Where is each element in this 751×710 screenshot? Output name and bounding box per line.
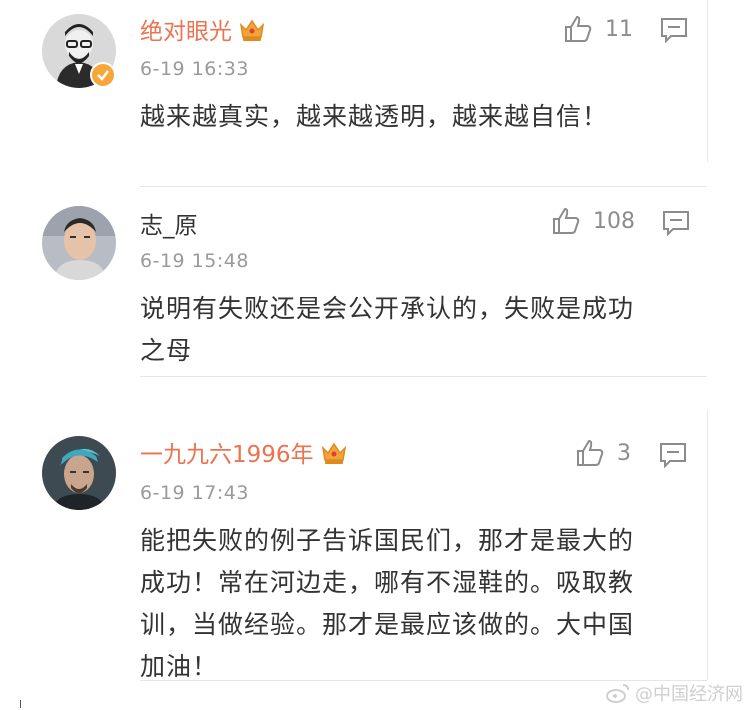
divider bbox=[707, 410, 708, 680]
comment-time: 6-19 17:43 bbox=[140, 482, 249, 504]
divider bbox=[140, 186, 707, 187]
comment-text-line: 能把失败的例子告诉国民们，那才是最大的 bbox=[140, 526, 635, 555]
username-text[interactable]: 一九九六1996年 bbox=[140, 442, 314, 468]
comment-text-line: 越来越真实，越来越透明，越来越自信！ bbox=[140, 102, 609, 131]
username[interactable]: 志_原 bbox=[140, 211, 198, 241]
username[interactable]: 一九九六1996年 bbox=[140, 440, 348, 474]
comment-text: 越来越真实，越来越透明，越来越自信！ bbox=[140, 96, 608, 138]
divider bbox=[707, 0, 708, 162]
like-button[interactable]: 11 bbox=[563, 14, 633, 44]
verified-badge-icon bbox=[90, 62, 116, 88]
like-button[interactable]: 108 bbox=[551, 206, 635, 236]
thumbs-up-icon bbox=[577, 439, 604, 466]
comment-item: 志_原 6-19 15:48 108 说明有失败还是会公开承认的，失败是成功 之… bbox=[0, 190, 751, 380]
divider bbox=[140, 376, 707, 377]
watermark-text: @中国经济网 bbox=[635, 684, 743, 705]
comment-text-line: 说明有失败还是会公开承认的，失败是成功 bbox=[140, 294, 635, 323]
comment-time: 6-19 16:33 bbox=[140, 58, 249, 80]
reply-button[interactable] bbox=[659, 442, 687, 472]
comment-icon bbox=[663, 211, 689, 237]
avatar[interactable] bbox=[42, 206, 116, 280]
thumbs-up-icon bbox=[565, 15, 592, 42]
username-text[interactable]: 绝对眼光 bbox=[140, 19, 232, 45]
comment-text-line: 加油！ bbox=[140, 652, 219, 681]
weibo-logo-icon bbox=[606, 684, 629, 703]
comment-item: 绝对眼光 6-19 16:33 11 越来越真实，越来越透明，越来越自信！ bbox=[0, 0, 751, 180]
like-button[interactable]: 3 bbox=[575, 438, 631, 468]
crown-icon bbox=[320, 440, 348, 474]
comment-text-line: 之母 bbox=[140, 336, 193, 365]
like-count: 108 bbox=[593, 208, 635, 234]
comment-text: 说明有失败还是会公开承认的，失败是成功 之母 bbox=[140, 288, 634, 372]
watermark: @中国经济网 bbox=[605, 680, 743, 706]
like-count: 11 bbox=[605, 16, 633, 42]
comment-item: 一九九六1996年 6-19 17:43 3 能把失败的例子告诉国民们，那才是最… bbox=[0, 410, 751, 710]
comment-icon bbox=[661, 18, 687, 44]
comment-text: 能把失败的例子告诉国民们，那才是最大的 成功！常在河边走，哪有不湿鞋的。吸取教 … bbox=[140, 520, 634, 688]
comment-time: 6-19 15:48 bbox=[140, 250, 249, 272]
reply-button[interactable] bbox=[662, 210, 690, 240]
avatar[interactable] bbox=[42, 436, 116, 510]
comment-icon bbox=[660, 443, 686, 469]
username[interactable]: 绝对眼光 bbox=[140, 17, 266, 51]
thumbs-up-icon bbox=[553, 207, 580, 234]
reply-button[interactable] bbox=[660, 17, 688, 47]
comment-text-line: 训，当做经验。那才是最应该做的。大中国 bbox=[140, 610, 635, 639]
like-count: 3 bbox=[617, 440, 631, 466]
crown-icon bbox=[238, 17, 266, 51]
divider bbox=[20, 700, 21, 708]
comment-text-line: 成功！常在河边走，哪有不湿鞋的。吸取教 bbox=[140, 568, 635, 597]
username-text[interactable]: 志_原 bbox=[140, 213, 198, 239]
